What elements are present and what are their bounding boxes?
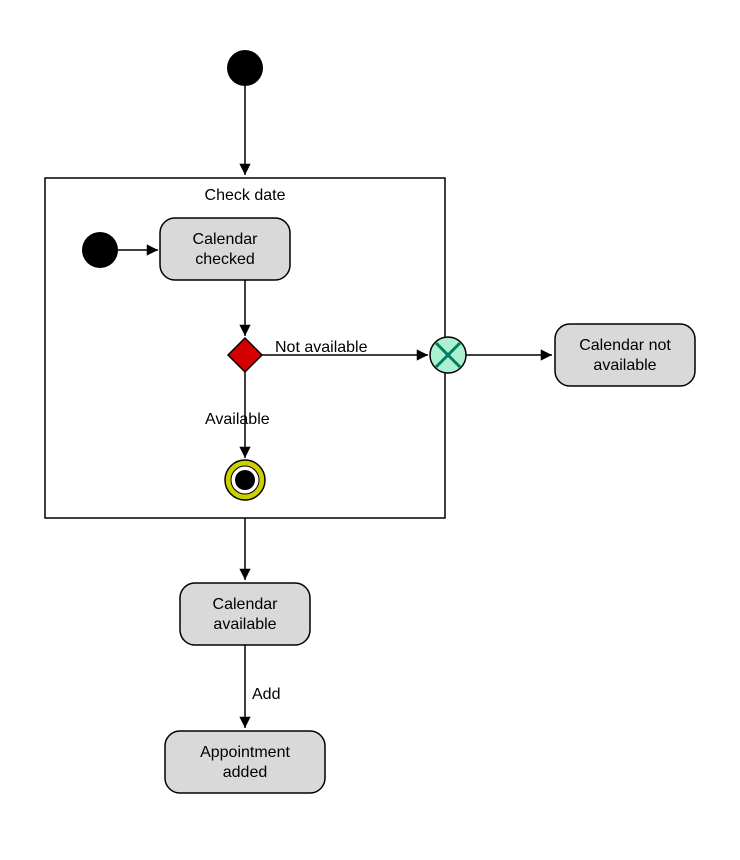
calendar-not-available-node	[555, 324, 695, 386]
appointment-added-node	[165, 731, 325, 793]
final-node-dot	[235, 470, 255, 490]
edge-add-label: Add	[252, 686, 280, 703]
calendar-checked-label-1: Calendar	[193, 231, 259, 248]
appointment-added-label-1: Appointment	[200, 744, 290, 761]
edge-available-label: Available	[205, 411, 270, 428]
calendar-available-label-2: available	[213, 616, 276, 633]
initial-node-icon	[227, 50, 263, 86]
calendar-checked-label-2: checked	[195, 251, 255, 268]
calendar-available-node	[180, 583, 310, 645]
calendar-not-available-label-1: Calendar not	[579, 337, 671, 354]
appointment-added-label-2: added	[223, 764, 268, 781]
exception-handler-icon	[430, 337, 466, 373]
frame-title: Check date	[205, 187, 286, 204]
calendar-available-label-1: Calendar	[213, 596, 279, 613]
activity-diagram: Check date Calendar checked Not availabl…	[0, 0, 740, 860]
calendar-checked-node	[160, 218, 290, 280]
calendar-not-available-label-2: available	[593, 357, 656, 374]
edge-not-available-label: Not available	[275, 339, 368, 356]
initial-node-inner-icon	[82, 232, 118, 268]
